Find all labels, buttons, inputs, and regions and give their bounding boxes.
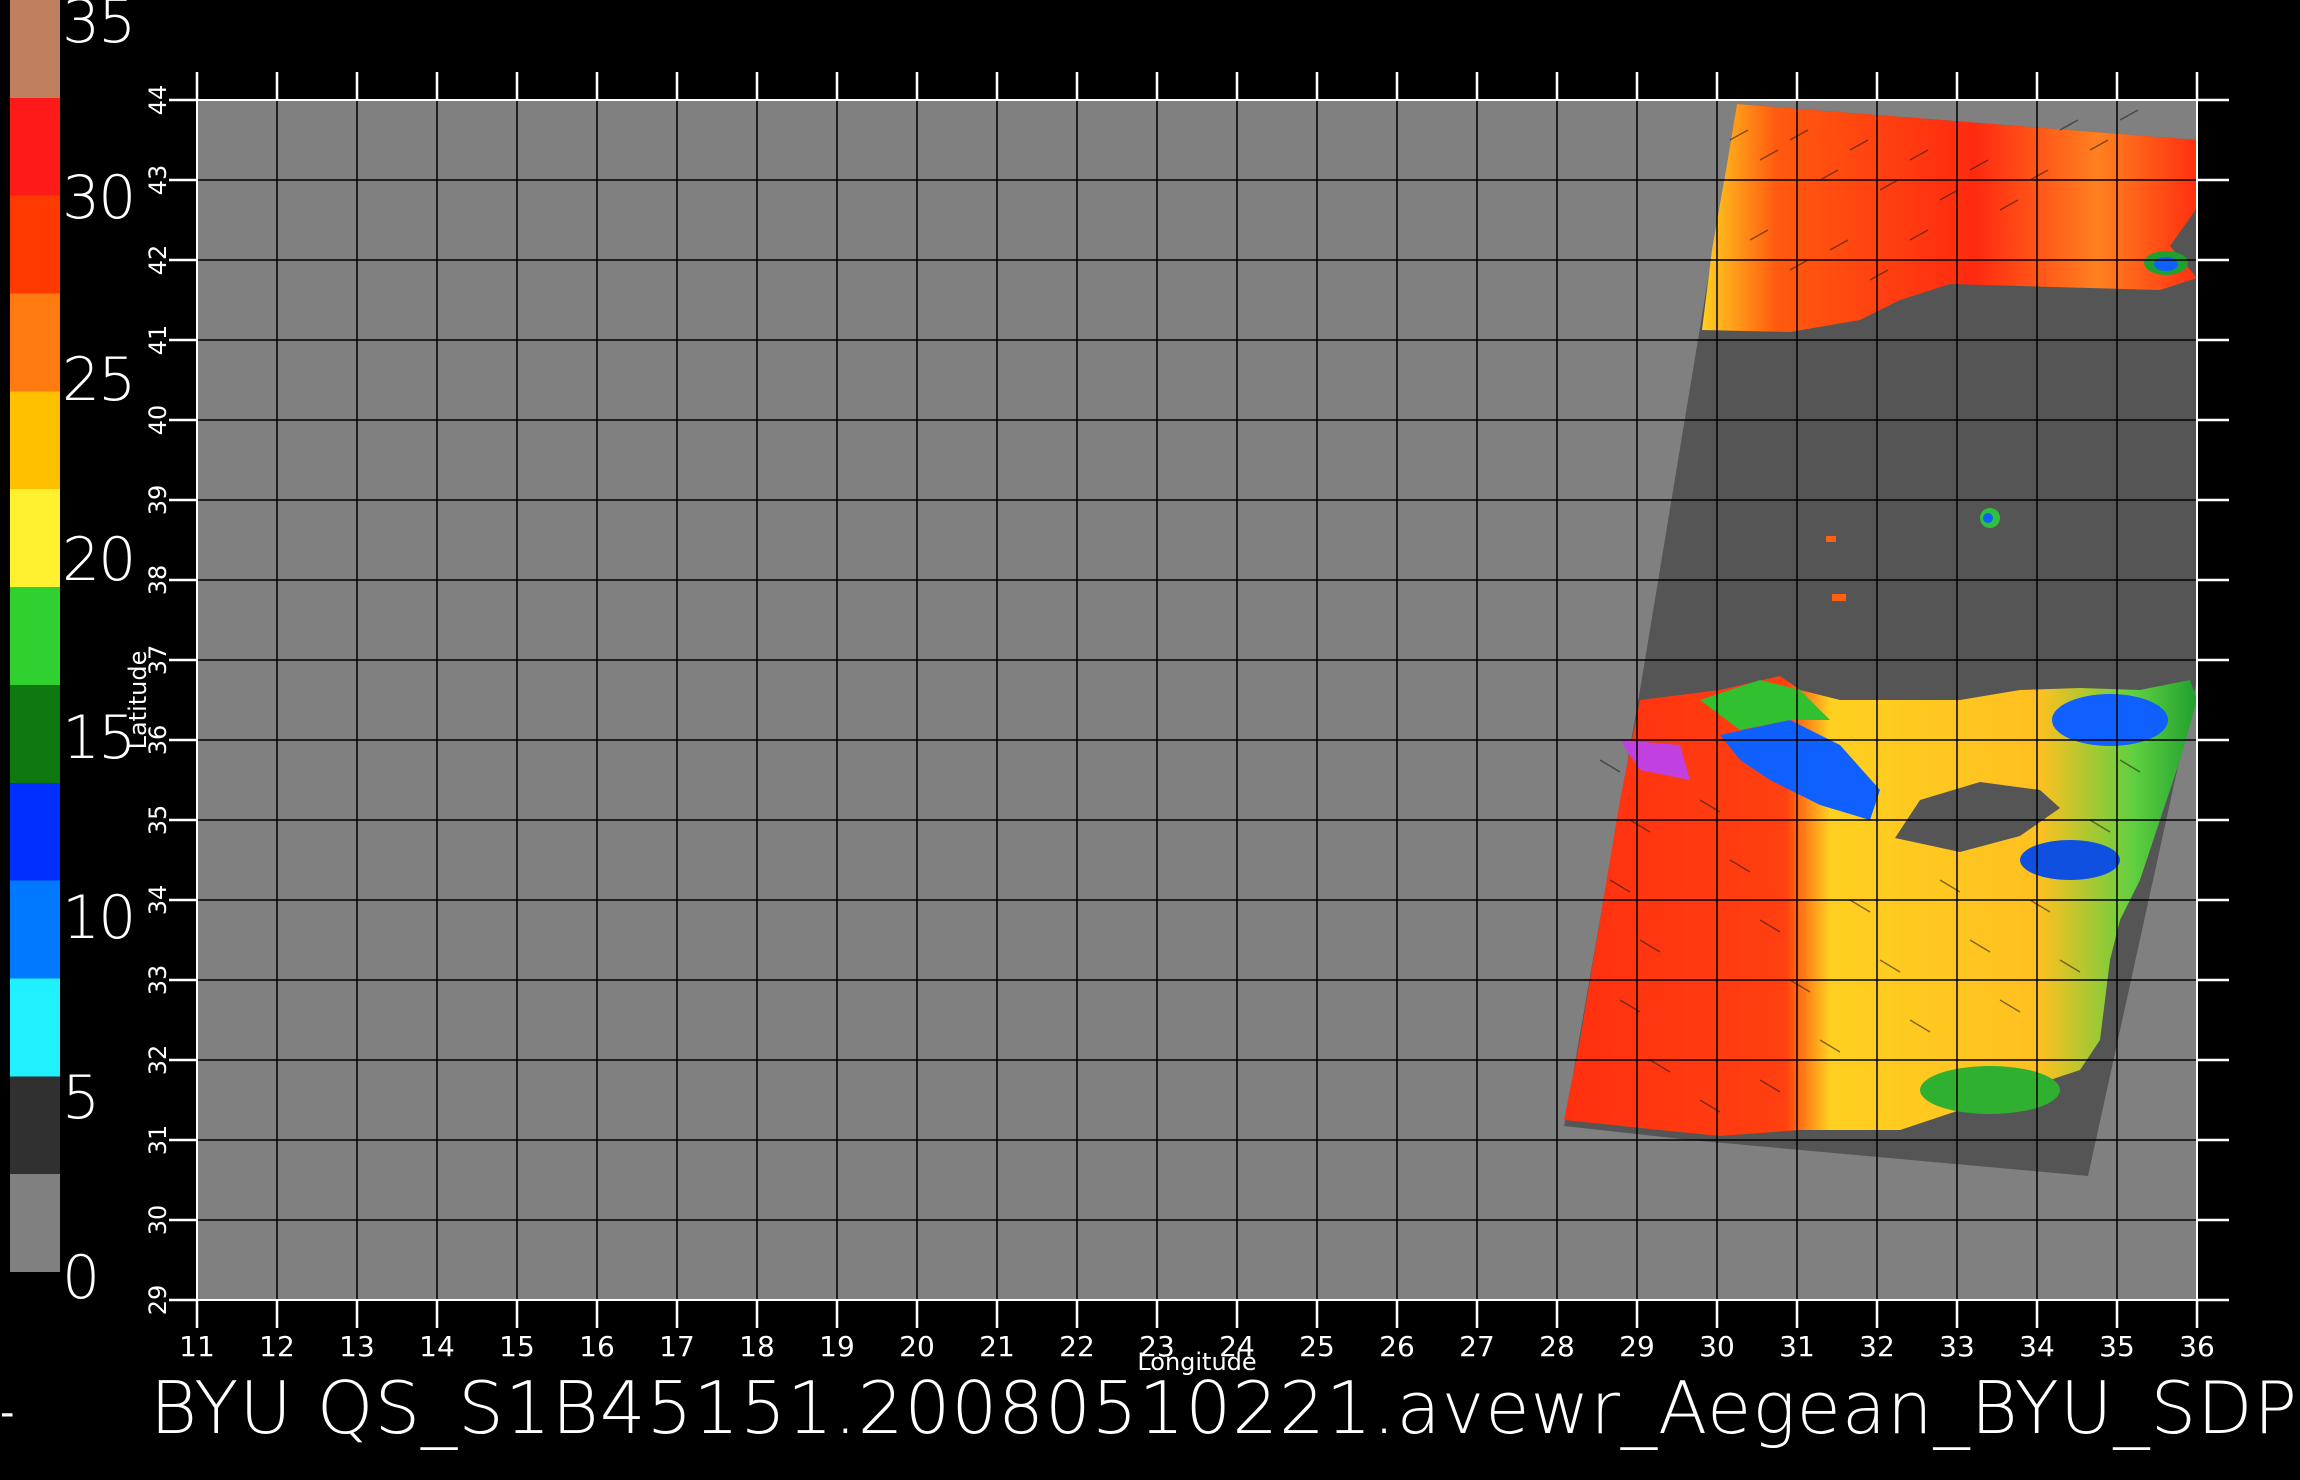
longitude-tick-label: 27: [1459, 1330, 1495, 1363]
latitude-tick-label: 39: [144, 485, 172, 516]
longitude-tick-label: 20: [899, 1330, 935, 1363]
footer-title: BYU QS_S1B45151.20080510221.avewr_Aegean…: [150, 1366, 2299, 1450]
wind-map: 11 12 13 14 15 16 17 18 19 20 21 22 23 24 25 26 27 28 29 30…: [124, 72, 2229, 1376]
longitude-tick-label: 12: [259, 1330, 295, 1363]
longitude-tick-label: 19: [819, 1330, 855, 1363]
latitude-tick-label: 40: [144, 405, 172, 436]
latitude-tick-label: 41: [144, 325, 172, 356]
longitude-tick-label: 28: [1539, 1330, 1575, 1363]
longitude-tick-label: 17: [659, 1330, 695, 1363]
longitude-tick-label: 22: [1059, 1330, 1095, 1363]
longitude-tick-label: 15: [499, 1330, 535, 1363]
latitude-tick-label: 38: [144, 565, 172, 596]
longitude-tick-label: 13: [339, 1330, 375, 1363]
latitude-tick-label: 29: [144, 1285, 172, 1316]
longitude-tick-label: 29: [1619, 1330, 1655, 1363]
latitude-tick-label: 44: [144, 85, 172, 116]
longitude-tick-label: 35: [2099, 1330, 2135, 1363]
longitude-tick-label: 31: [1779, 1330, 1815, 1363]
latitude-tick-label: 34: [144, 885, 172, 916]
longitude-tick-label: 36: [2179, 1330, 2215, 1363]
latitude-tick-label: 42: [144, 245, 172, 276]
y-axis-label: Latitude: [124, 651, 152, 750]
latitude-tick-label: 32: [144, 1045, 172, 1076]
longitude-tick-label: 21: [979, 1330, 1015, 1363]
latitude-tick-label: 33: [144, 965, 172, 996]
latitude-tick-label: 31: [144, 1125, 172, 1156]
longitude-tick-label: 26: [1379, 1330, 1415, 1363]
longitude-tick-label: 30: [1699, 1330, 1735, 1363]
longitude-tick-label: 18: [739, 1330, 775, 1363]
longitude-tick-label: 11: [179, 1330, 215, 1363]
left-edge-mark: -: [0, 1390, 15, 1436]
longitude-tick-label: 32: [1859, 1330, 1895, 1363]
longitude-tick-label: 16: [579, 1330, 615, 1363]
longitude-tick-label: 34: [2019, 1330, 2055, 1363]
longitude-tick-label: 14: [419, 1330, 455, 1363]
latitude-tick-label: 30: [144, 1205, 172, 1236]
longitude-tick-label: 33: [1939, 1330, 1975, 1363]
longitude-tick-label: 25: [1299, 1330, 1335, 1363]
latitude-tick-label: 43: [144, 165, 172, 196]
latitude-tick-label: 35: [144, 805, 172, 836]
